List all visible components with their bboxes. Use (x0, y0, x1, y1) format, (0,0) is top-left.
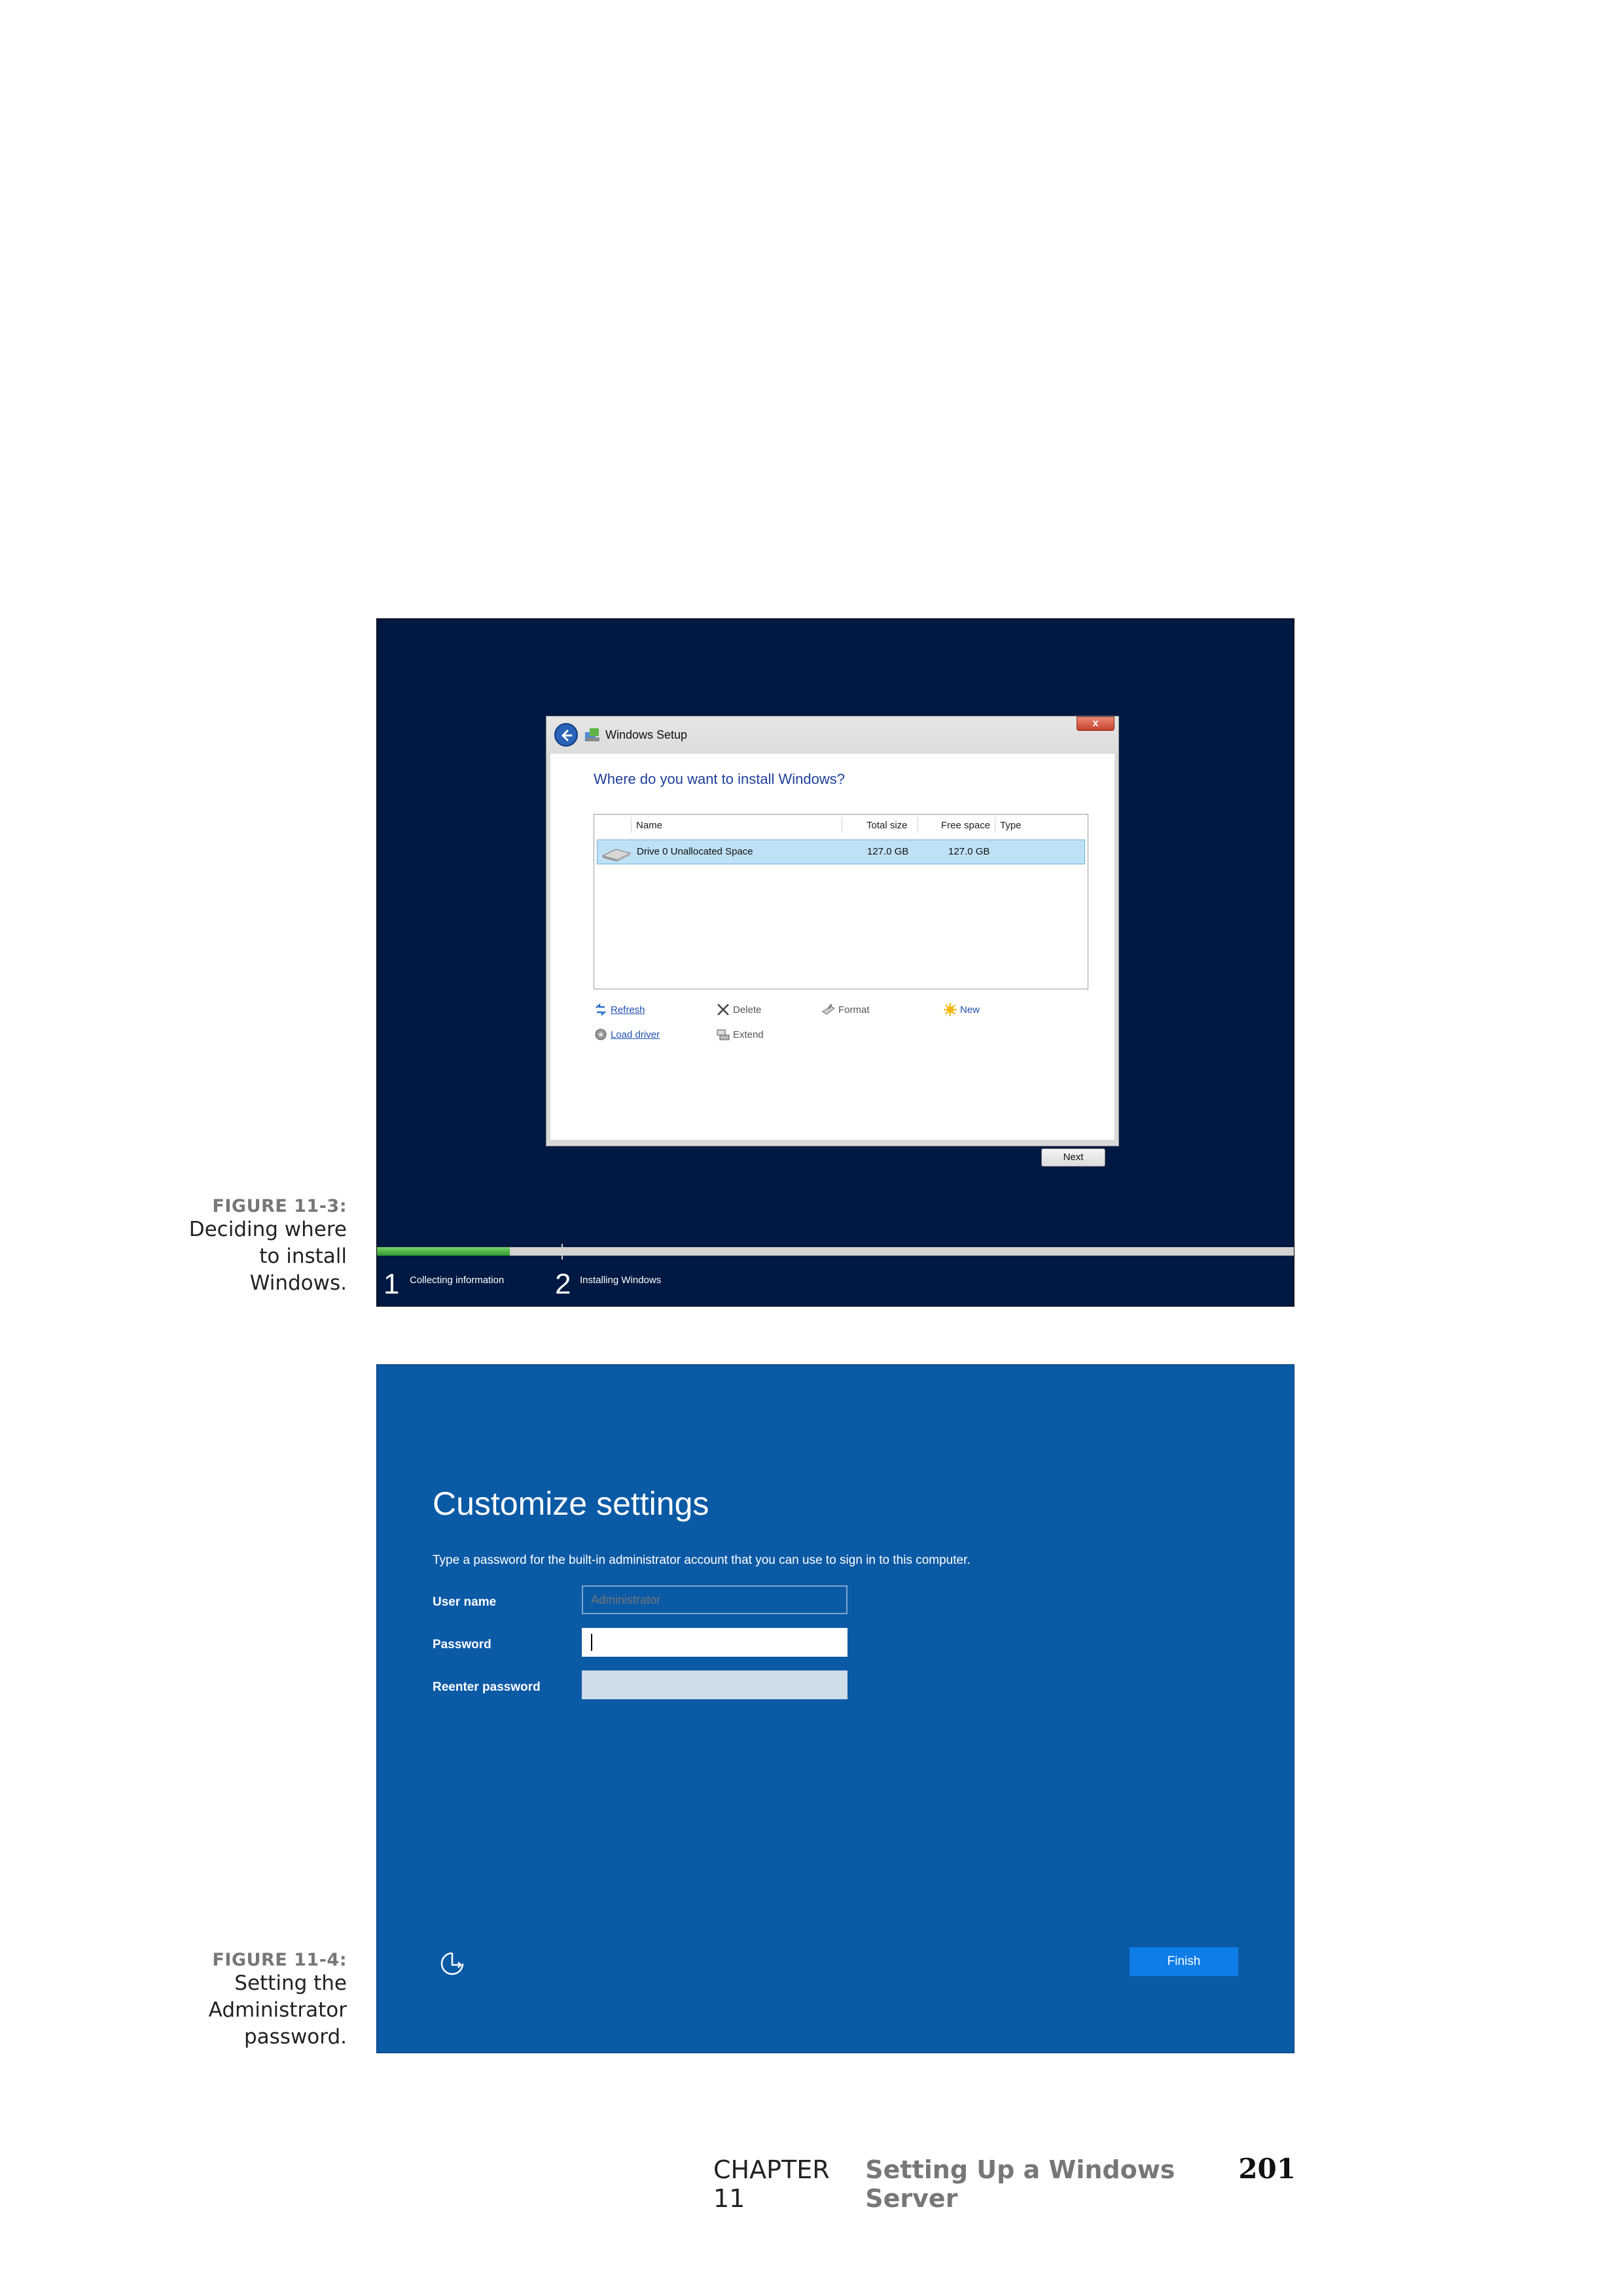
column-header-name[interactable]: Name (636, 820, 662, 831)
caption-line: Deciding where (188, 1218, 347, 1241)
text-caret (591, 1634, 592, 1651)
caption-line: to install (259, 1245, 347, 1268)
refresh-icon (596, 1003, 606, 1016)
user-name-label: User name (433, 1595, 497, 1609)
format-label: Format (838, 1004, 870, 1016)
reenter-password-label: Reenter password (433, 1680, 541, 1694)
user-name-field (582, 1585, 847, 1614)
refresh-link[interactable]: Refresh (594, 1002, 645, 1017)
step-number: 2 (555, 1268, 571, 1300)
page-description: Type a password for the built-in adminis… (433, 1553, 971, 1567)
reenter-password-field[interactable] (582, 1670, 847, 1699)
step-label: Installing Windows (580, 1275, 662, 1286)
column-header-type[interactable]: Type (1000, 820, 1022, 831)
load-driver-label: Load driver (611, 1029, 660, 1040)
setup-dialog: Windows Setup x Where do you want to ins… (546, 716, 1119, 1167)
customize-settings-screen: Customize settings Type a password for t… (376, 1364, 1294, 2053)
new-icon (944, 1003, 957, 1016)
figure-label: FIGURE 11-3: (212, 1196, 347, 1216)
load-driver-link[interactable]: Load driver (594, 1027, 660, 1042)
figure-11-3-caption: FIGURE 11-3: Deciding where to install W… (151, 1196, 347, 1297)
chapter-title: Setting Up a Windows Server (865, 2155, 1175, 2213)
drive-table: Name Total size Free space Type Drive 0 … (594, 814, 1088, 989)
title-bar: Windows Setup x (546, 716, 1118, 754)
page-footer: CHAPTER 11 Setting Up a Windows Server 2… (713, 2153, 1296, 2213)
column-separator (631, 817, 632, 833)
table-row[interactable]: Drive 0 Unallocated Space 127.0 GB 127.0… (597, 839, 1085, 864)
format-icon (822, 1004, 835, 1015)
caption-line: Administrator (208, 1998, 347, 2022)
drive-free-space: 127.0 GB (948, 846, 990, 857)
password-field[interactable] (582, 1628, 847, 1657)
delete-label: Delete (733, 1004, 762, 1016)
extend-label: Extend (733, 1029, 764, 1040)
step-number: 1 (383, 1268, 400, 1300)
setup-progress-bar (377, 1247, 1294, 1256)
caption-line: Setting the (234, 1971, 347, 1995)
drive-name: Drive 0 Unallocated Space (637, 846, 753, 857)
password-label: Password (433, 1638, 491, 1651)
load-driver-icon (595, 1029, 607, 1040)
format-link[interactable]: Format (821, 1002, 870, 1017)
delete-link[interactable]: Delete (716, 1002, 761, 1017)
caption-line: password. (243, 2025, 347, 2049)
back-arrow-icon (562, 730, 573, 741)
progress-step-divider (562, 1244, 563, 1260)
dialog-body: Where do you want to install Windows? Na… (550, 754, 1115, 1167)
new-label: New (960, 1004, 980, 1016)
close-icon: x (1092, 718, 1099, 729)
finish-button[interactable]: Finish (1130, 1947, 1238, 1976)
delete-icon (717, 1004, 729, 1016)
extend-link[interactable]: Extend (716, 1027, 764, 1042)
figure-11-4-caption: FIGURE 11-4: Setting the Administrator p… (151, 1950, 347, 2051)
caption-line: Windows. (249, 1271, 347, 1295)
page-title: Customize settings (433, 1485, 709, 1522)
back-button[interactable] (554, 723, 578, 747)
ease-of-access-icon[interactable] (438, 1949, 467, 1978)
page-number: 201 (1238, 2153, 1296, 2185)
step-label: Collecting information (410, 1275, 505, 1286)
drive-total-size: 127.0 GB (867, 846, 909, 857)
next-button[interactable]: Next (1041, 1148, 1105, 1167)
install-location-question: Where do you want to install Windows? (594, 771, 845, 787)
refresh-label: Refresh (611, 1004, 645, 1016)
close-button[interactable]: x (1077, 716, 1115, 731)
progress-fill (377, 1247, 510, 1256)
window-title: Windows Setup (605, 728, 688, 741)
column-header-total-size[interactable]: Total size (866, 820, 908, 831)
extend-icon (717, 1029, 730, 1040)
new-link[interactable]: New (943, 1002, 980, 1017)
chapter-label: CHAPTER 11 (713, 2155, 830, 2213)
column-header-free-space[interactable]: Free space (941, 820, 990, 831)
windows-setup-icon (585, 728, 599, 741)
hard-drive-icon (601, 849, 632, 862)
windows-setup-screen: Windows Setup x Where do you want to ins… (376, 618, 1294, 1307)
figure-label: FIGURE 11-4: (212, 1950, 347, 1970)
